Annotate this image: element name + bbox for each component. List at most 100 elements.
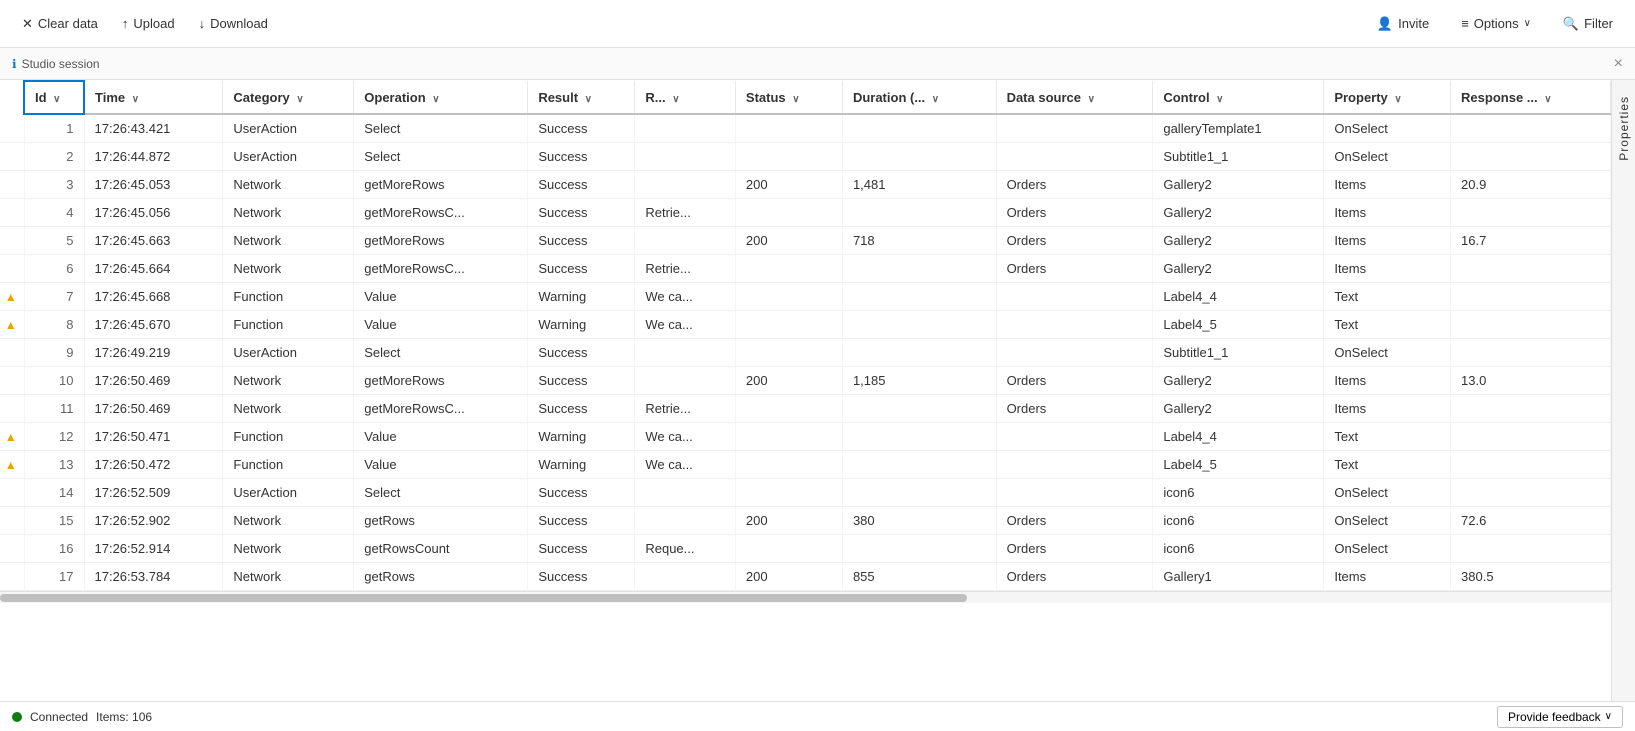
duration-cell bbox=[842, 199, 996, 227]
properties-panel[interactable]: Properties bbox=[1611, 80, 1635, 701]
warning-cell bbox=[0, 171, 24, 199]
r-cell: We ca... bbox=[635, 311, 736, 339]
response-cell bbox=[1451, 283, 1611, 311]
property-cell: Items bbox=[1324, 395, 1451, 423]
response-cell bbox=[1451, 395, 1611, 423]
toolbar: ✕ Clear data ↑ Upload ↓ Download 👤 Invit… bbox=[0, 0, 1635, 48]
result-cell: Warning bbox=[528, 311, 635, 339]
operation-cell: Select bbox=[354, 339, 528, 367]
col-header-status[interactable]: Status ∨ bbox=[735, 81, 842, 114]
time-cell: 17:26:45.053 bbox=[84, 171, 223, 199]
warning-cell bbox=[0, 143, 24, 171]
result-cell: Success bbox=[528, 535, 635, 563]
table-row[interactable]: 417:26:45.056NetworkgetMoreRowsC...Succe… bbox=[0, 199, 1611, 227]
feedback-button[interactable]: Provide feedback ∨ bbox=[1497, 706, 1623, 728]
result-cell: Success bbox=[528, 367, 635, 395]
table-body: 117:26:43.421UserActionSelectSuccessgall… bbox=[0, 114, 1611, 591]
operation-cell: getRowsCount bbox=[354, 535, 528, 563]
download-button[interactable]: ↓ Download bbox=[189, 11, 278, 36]
datasource-cell bbox=[996, 451, 1153, 479]
result-cell: Warning bbox=[528, 283, 635, 311]
result-cell: Success bbox=[528, 227, 635, 255]
col-header-time[interactable]: Time ∨ bbox=[84, 81, 223, 114]
table-row[interactable]: 517:26:45.663NetworkgetMoreRowsSuccess20… bbox=[0, 227, 1611, 255]
connected-indicator bbox=[12, 712, 22, 722]
col-header-category[interactable]: Category ∨ bbox=[223, 81, 354, 114]
horizontal-scrollbar[interactable] bbox=[0, 591, 1611, 603]
property-cell: Text bbox=[1324, 311, 1451, 339]
control-cell: Label4_4 bbox=[1153, 423, 1324, 451]
id-cell: 12 bbox=[24, 423, 84, 451]
time-cell: 17:26:44.872 bbox=[84, 143, 223, 171]
upload-button[interactable]: ↑ Upload bbox=[112, 11, 185, 36]
invite-button[interactable]: 👤 Invite bbox=[1367, 11, 1439, 37]
id-cell: 6 bbox=[24, 255, 84, 283]
category-cell: Network bbox=[223, 395, 354, 423]
time-cell: 17:26:52.902 bbox=[84, 507, 223, 535]
warning-cell: ▲ bbox=[0, 451, 24, 479]
category-cell: Network bbox=[223, 367, 354, 395]
table-row[interactable]: ▲817:26:45.670FunctionValueWarningWe ca.… bbox=[0, 311, 1611, 339]
result-cell: Success bbox=[528, 114, 635, 143]
table-row[interactable]: 1717:26:53.784NetworkgetRowsSuccess20085… bbox=[0, 563, 1611, 591]
response-cell: 380.5 bbox=[1451, 563, 1611, 591]
table-row[interactable]: 1117:26:50.469NetworkgetMoreRowsC...Succ… bbox=[0, 395, 1611, 423]
r-cell: We ca... bbox=[635, 423, 736, 451]
r-cell bbox=[635, 339, 736, 367]
col-header-r[interactable]: R... ∨ bbox=[635, 81, 736, 114]
table-row[interactable]: 217:26:44.872UserActionSelectSuccessSubt… bbox=[0, 143, 1611, 171]
status-cell bbox=[735, 143, 842, 171]
col-header-result[interactable]: Result ∨ bbox=[528, 81, 635, 114]
col-header-id[interactable]: Id ∨ bbox=[24, 81, 84, 114]
options-button[interactable]: ≡ Options ∨ bbox=[1451, 11, 1541, 36]
table-row[interactable]: 1417:26:52.509UserActionSelectSuccessico… bbox=[0, 479, 1611, 507]
operation-cell: getMoreRows bbox=[354, 227, 528, 255]
col-header-control[interactable]: Control ∨ bbox=[1153, 81, 1324, 114]
col-header-duration[interactable]: Duration (... ∨ bbox=[842, 81, 996, 114]
operation-cell: getMoreRowsC... bbox=[354, 395, 528, 423]
result-cell: Success bbox=[528, 479, 635, 507]
response-cell bbox=[1451, 535, 1611, 563]
table-row[interactable]: 1617:26:52.914NetworkgetRowsCountSuccess… bbox=[0, 535, 1611, 563]
sort-icon: ∨ bbox=[585, 94, 592, 105]
table-row[interactable]: 917:26:49.219UserActionSelectSuccessSubt… bbox=[0, 339, 1611, 367]
properties-panel-label: Properties bbox=[1613, 88, 1635, 169]
datasource-cell bbox=[996, 114, 1153, 143]
datasource-cell: Orders bbox=[996, 171, 1153, 199]
duration-cell bbox=[842, 143, 996, 171]
result-cell: Success bbox=[528, 563, 635, 591]
response-cell: 20.9 bbox=[1451, 171, 1611, 199]
table-container[interactable]: Id ∨ Time ∨ Category ∨ Operation ∨ Resul… bbox=[0, 80, 1611, 701]
property-cell: OnSelect bbox=[1324, 114, 1451, 143]
property-cell: OnSelect bbox=[1324, 535, 1451, 563]
col-header-property[interactable]: Property ∨ bbox=[1324, 81, 1451, 114]
operation-cell: getMoreRows bbox=[354, 171, 528, 199]
table-row[interactable]: 1017:26:50.469NetworkgetMoreRowsSuccess2… bbox=[0, 367, 1611, 395]
chevron-down-icon: ∨ bbox=[1605, 711, 1612, 722]
table-row[interactable]: ▲1317:26:50.472FunctionValueWarningWe ca… bbox=[0, 451, 1611, 479]
table-row[interactable]: 1517:26:52.902NetworkgetRowsSuccess20038… bbox=[0, 507, 1611, 535]
status-cell: 200 bbox=[735, 171, 842, 199]
close-button[interactable]: × bbox=[1614, 55, 1623, 73]
col-header-response[interactable]: Response ... ∨ bbox=[1451, 81, 1611, 114]
sort-icon: ∨ bbox=[132, 94, 139, 105]
table-row[interactable]: 617:26:45.664NetworkgetMoreRowsC...Succe… bbox=[0, 255, 1611, 283]
category-cell: Function bbox=[223, 283, 354, 311]
table-row[interactable]: 117:26:43.421UserActionSelectSuccessgall… bbox=[0, 114, 1611, 143]
filter-button[interactable]: 🔍 Filter bbox=[1553, 11, 1623, 37]
warning-cell bbox=[0, 535, 24, 563]
table-row[interactable]: 317:26:45.053NetworkgetMoreRowsSuccess20… bbox=[0, 171, 1611, 199]
control-cell: Gallery2 bbox=[1153, 395, 1324, 423]
category-cell: Function bbox=[223, 423, 354, 451]
clear-data-button[interactable]: ✕ Clear data bbox=[12, 11, 108, 37]
table-row[interactable]: ▲1217:26:50.471FunctionValueWarningWe ca… bbox=[0, 423, 1611, 451]
col-header-operation[interactable]: Operation ∨ bbox=[354, 81, 528, 114]
horizontal-scroll-thumb bbox=[0, 594, 967, 602]
table-row[interactable]: ▲717:26:45.668FunctionValueWarningWe ca.… bbox=[0, 283, 1611, 311]
time-cell: 17:26:45.668 bbox=[84, 283, 223, 311]
control-cell: Gallery2 bbox=[1153, 367, 1324, 395]
id-cell: 11 bbox=[24, 395, 84, 423]
status-cell: 200 bbox=[735, 507, 842, 535]
col-header-datasource[interactable]: Data source ∨ bbox=[996, 81, 1153, 114]
r-cell bbox=[635, 114, 736, 143]
